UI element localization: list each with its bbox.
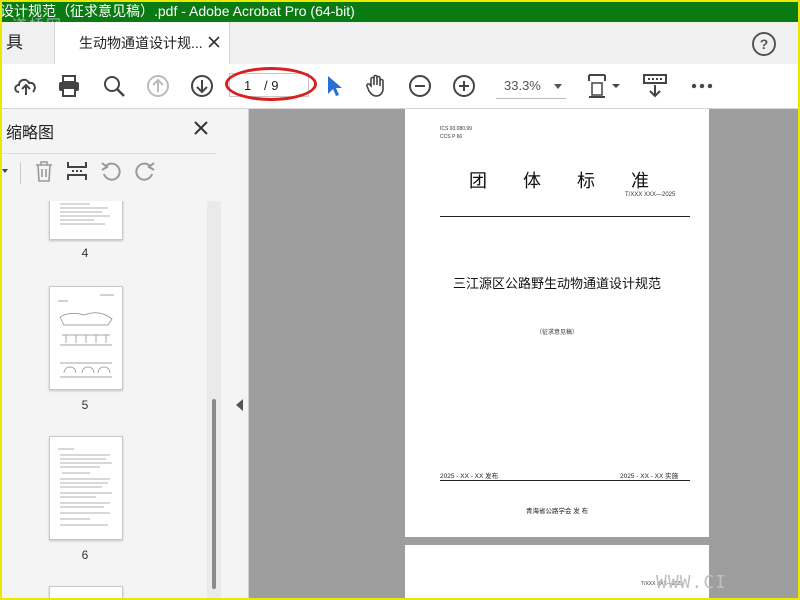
screenshot-frame [0,0,800,600]
